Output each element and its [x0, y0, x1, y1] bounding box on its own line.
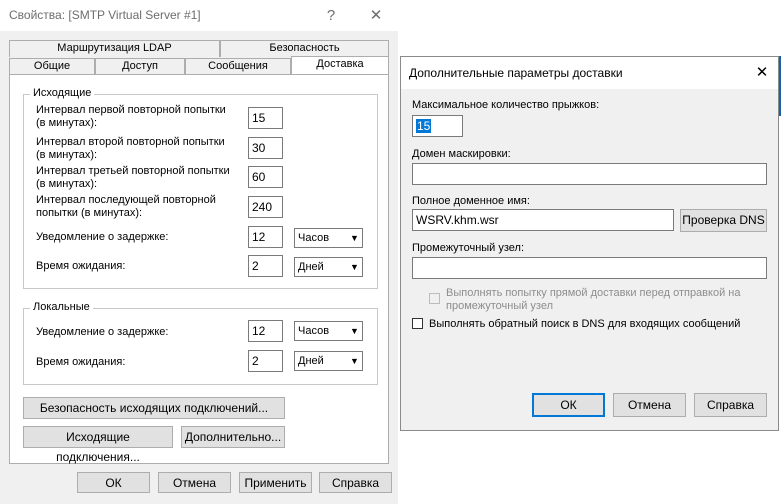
max-hop-label: Максимальное количество прыжков: [412, 99, 600, 111]
tab-label: Доставка [316, 58, 364, 70]
tab-access[interactable]: Доступ [95, 58, 185, 75]
tab-label: Доступ [122, 60, 158, 72]
tab-delivery[interactable]: Доставка [291, 56, 389, 74]
outgoing-delay-label: Уведомление о задержке: [36, 231, 169, 243]
reverse-dns-label: Выполнять обратный поиск в DNS для входя… [429, 318, 741, 330]
attempt-direct-checkbox[interactable] [429, 293, 440, 304]
smtp-properties-dialog: Свойства: [SMTP Virtual Server #1] ? ✕ М… [0, 0, 398, 504]
cancel-button[interactable]: Отмена [613, 393, 686, 417]
local-delay-input[interactable]: 12 [248, 320, 283, 342]
close-icon[interactable]: ✕ [752, 65, 772, 81]
masquerade-domain-label: Домен маскировки: [412, 148, 511, 160]
tab-label: Общие [33, 60, 71, 72]
outbound-connections-button[interactable]: Исходящие подключения... [23, 426, 173, 464]
third-retry-input[interactable]: 60 [248, 166, 283, 188]
title-bar: Дополнительные параметры доставки ✕ [401, 57, 778, 89]
select-value: Дней [298, 355, 324, 367]
local-expiration-input[interactable]: 2 [248, 350, 283, 372]
window-title: Свойства: [SMTP Virtual Server #1] [9, 8, 201, 22]
local-expiration-unit-select[interactable]: Дней ▼ [294, 351, 363, 371]
close-icon[interactable]: ✕ [366, 8, 386, 24]
subsequent-retry-label: Интервал последующей повторной попытки (… [36, 194, 216, 219]
select-value: Дней [298, 261, 324, 273]
title-bar: Свойства: [SMTP Virtual Server #1] ? ✕ [0, 0, 398, 31]
smart-host-input[interactable] [412, 257, 767, 279]
help-button[interactable]: Справка [694, 393, 767, 417]
chevron-down-icon: ▼ [350, 326, 359, 336]
smart-host-label: Промежуточный узел: [412, 242, 525, 254]
outgoing-expiration-unit-select[interactable]: Дней ▼ [294, 257, 363, 277]
tab-label: Маршрутизация LDAP [57, 42, 172, 54]
group-legend: Исходящие [30, 87, 95, 99]
first-retry-input[interactable]: 15 [248, 107, 283, 129]
masquerade-domain-input[interactable] [412, 163, 767, 185]
outgoing-expiration-label: Время ожидания: [36, 260, 126, 272]
tab-messages[interactable]: Сообщения [185, 58, 291, 75]
outgoing-delay-unit-select[interactable]: Часов ▼ [294, 228, 363, 248]
subsequent-retry-input[interactable]: 240 [248, 196, 283, 218]
outbound-security-button[interactable]: Безопасность исходящих подключений... [23, 397, 285, 419]
outgoing-delay-input[interactable]: 12 [248, 226, 283, 248]
second-retry-input[interactable]: 30 [248, 137, 283, 159]
attempt-direct-label: Выполнять попытку прямой доставки перед … [446, 287, 741, 312]
tab-security[interactable]: Безопасность [220, 40, 389, 57]
reverse-dns-checkbox[interactable] [412, 318, 423, 329]
group-legend: Локальные [30, 301, 93, 313]
local-group: Локальные [23, 301, 378, 385]
outgoing-expiration-input[interactable]: 2 [248, 255, 283, 277]
first-retry-label: Интервал первой повторной попытки (в мин… [36, 104, 226, 129]
chevron-down-icon: ▼ [350, 233, 359, 243]
local-delay-unit-select[interactable]: Часов ▼ [294, 321, 363, 341]
window-title: Дополнительные параметры доставки [409, 66, 623, 80]
tab-general[interactable]: Общие [9, 58, 95, 75]
third-retry-label: Интервал третьей повторной попытки (в ми… [36, 165, 230, 190]
chevron-down-icon: ▼ [350, 262, 359, 272]
ok-button[interactable]: ОК [532, 393, 605, 417]
tab-ldap-routing[interactable]: Маршрутизация LDAP [9, 40, 220, 57]
ok-button[interactable]: ОК [77, 472, 150, 493]
check-dns-button[interactable]: Проверка DNS [680, 209, 767, 232]
apply-button[interactable]: Применить [239, 472, 312, 493]
select-value: Часов [298, 325, 330, 337]
help-icon[interactable]: ? [321, 8, 341, 24]
cancel-button[interactable]: Отмена [158, 472, 231, 493]
tab-label: Безопасность [269, 42, 340, 54]
max-hop-input[interactable]: 15 [412, 115, 463, 137]
local-expiration-label: Время ожидания: [36, 356, 126, 368]
fqdn-input[interactable]: WSRV.khm.wsr [412, 209, 674, 231]
tab-label: Сообщения [208, 60, 268, 72]
advanced-button[interactable]: Дополнительно... [181, 426, 285, 448]
local-delay-label: Уведомление о задержке: [36, 326, 169, 338]
help-button[interactable]: Справка [319, 472, 392, 493]
chevron-down-icon: ▼ [350, 356, 359, 366]
advanced-delivery-dialog: Дополнительные параметры доставки ✕ Макс… [400, 56, 779, 431]
selected-text: 15 [416, 119, 432, 133]
select-value: Часов [298, 232, 330, 244]
second-retry-label: Интервал второй повторной попытки (в мин… [36, 136, 225, 161]
fqdn-label: Полное доменное имя: [412, 195, 530, 207]
